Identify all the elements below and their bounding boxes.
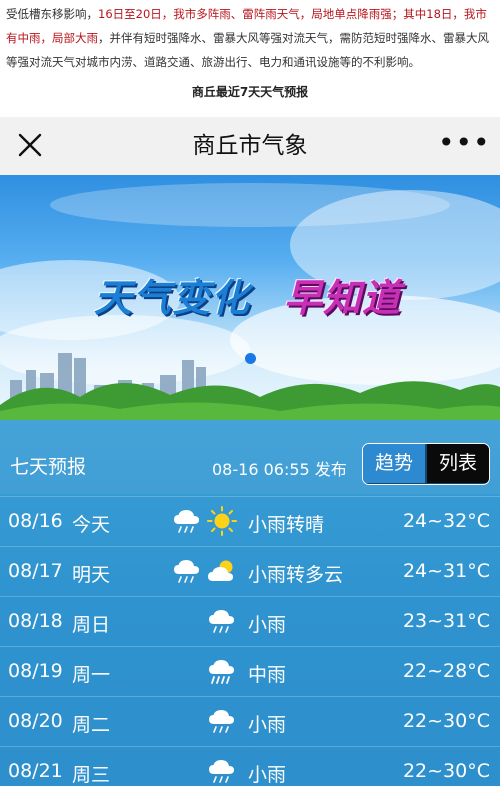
forecast-condition: 小雨	[248, 614, 287, 636]
banner-slogan-know-early: 早知道	[284, 276, 402, 320]
article-text: 受低槽东移影响，16日至20日，我市多阵雨、雷阵雨天气，局地单点降雨强；其中18…	[0, 0, 500, 116]
article-paragraph: 受低槽东移影响，16日至20日，我市多阵雨、雷阵雨天气，局地单点降雨强；其中18…	[6, 2, 494, 74]
light-rain-icon	[209, 760, 234, 783]
forecast-date: 08/19	[8, 660, 63, 682]
moderate-rain-icon	[209, 660, 234, 684]
forecast-temperature: 24~31°C	[402, 560, 490, 582]
forecast-date: 08/16	[8, 510, 63, 532]
forecast-temperature: 22~30°C	[402, 760, 490, 782]
forecast-weekday: 周日	[72, 614, 111, 636]
forecast-issue-time: 08-16 06:55 发布	[212, 460, 347, 479]
forecast-header: 七天预报 08-16 06:55 发布 趋势 列表	[0, 420, 500, 494]
forecast-weekday: 周二	[72, 714, 111, 736]
banner-slogan-weather-change: 天气变化	[94, 276, 251, 320]
light-rain-icon	[174, 560, 199, 583]
forecast-temperature: 22~28°C	[402, 660, 490, 682]
tab-list[interactable]: 列表	[427, 444, 489, 483]
sunny-icon	[207, 506, 237, 536]
navbar: 商丘市气象 •••	[0, 117, 500, 175]
light-rain-icon	[209, 710, 234, 733]
forecast-row[interactable]: 08/21 周三 小雨 22~30°C	[0, 746, 500, 786]
partly-cloudy-icon	[208, 560, 233, 581]
forecast-row[interactable]: 08/16 今天 小雨转晴 24~32°C	[0, 496, 500, 546]
forecast-date: 08/18	[8, 610, 63, 632]
more-icon[interactable]: •••	[438, 129, 490, 161]
forecast-weekday: 周三	[72, 764, 111, 786]
forecast-caption: 商丘最近7天天气预报	[191, 85, 309, 99]
forecast-temperature: 24~32°C	[402, 510, 490, 532]
close-icon[interactable]	[14, 129, 46, 161]
view-toggle: 趋势 列表	[362, 443, 490, 485]
banner-carousel[interactable]: 天气变化 早知道	[0, 175, 500, 420]
forecast-temperature: 23~31°C	[402, 610, 490, 632]
forecast-condition: 小雨	[248, 714, 287, 736]
light-rain-icon	[174, 510, 199, 533]
light-rain-icon	[209, 610, 234, 633]
forecast-row[interactable]: 08/18 周日 小雨 23~31°C	[0, 596, 500, 646]
paragraph-intro: 受低槽东移影响，	[6, 7, 98, 21]
carousel-dot[interactable]	[245, 353, 256, 364]
forecast-weekday: 明天	[72, 564, 111, 586]
tab-trend[interactable]: 趋势	[363, 444, 425, 483]
forecast-condition: 小雨转晴	[248, 514, 325, 536]
forecast-weekday: 周一	[72, 664, 111, 686]
forecast-condition: 小雨转多云	[248, 564, 344, 586]
forecast-condition: 小雨	[248, 764, 287, 786]
forecast-row[interactable]: 08/17 明天 小雨转多云 24~31°C	[0, 546, 500, 596]
forecast-date: 08/21	[8, 760, 63, 782]
forecast-condition: 中雨	[248, 664, 287, 686]
forecast-row[interactable]: 08/19 周一 中雨 22~28°C	[0, 646, 500, 696]
forecast-weekday: 今天	[72, 514, 111, 536]
page-title: 商丘市气象	[192, 133, 308, 159]
forecast-title: 七天预报	[10, 456, 87, 478]
forecast-date: 08/20	[8, 710, 63, 732]
seven-day-forecast: 七天预报 08-16 06:55 发布 趋势 列表 08/16 今天 小雨转晴 …	[0, 420, 500, 786]
forecast-row[interactable]: 08/20 周二 小雨 22~30°C	[0, 696, 500, 746]
forecast-date: 08/17	[8, 560, 63, 582]
forecast-temperature: 22~30°C	[402, 710, 490, 732]
